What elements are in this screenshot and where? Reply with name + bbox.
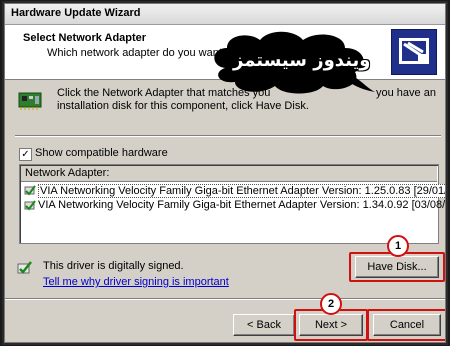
title-bar: Hardware Update Wizard	[5, 4, 445, 25]
driver-signing-link[interactable]: Tell me why driver signing is important	[43, 276, 229, 288]
driver-signed-text: This driver is digitally signed.	[43, 260, 184, 272]
button-divider	[5, 298, 445, 300]
step-marker-1: 1	[387, 235, 409, 257]
list-item-label: VIA Networking Velocity Family Giga-bit …	[38, 199, 446, 211]
show-compatible-label: Show compatible hardware	[35, 147, 168, 159]
cloud-overlay-text: ويندوز سيستمز	[233, 50, 371, 71]
divider	[15, 135, 441, 137]
signed-driver-icon	[24, 200, 36, 211]
list-item-label: VIA Networking Velocity Family Giga-bit …	[38, 184, 445, 198]
network-card-icon	[17, 90, 43, 112]
list-item[interactable]: VIA Networking Velocity Family Giga-bit …	[22, 199, 445, 213]
instructions-line-1: Click the Network Adapter that matches y…	[57, 87, 271, 99]
wizard-window: Hardware Update Wizard Select Network Ad…	[4, 3, 446, 343]
cancel-highlight	[367, 309, 445, 341]
back-button[interactable]: < Back	[233, 314, 295, 336]
list-item[interactable]: VIA Networking Velocity Family Giga-bit …	[22, 184, 445, 198]
show-compatible-checkbox[interactable]: ✓	[19, 148, 32, 161]
page-title: Select Network Adapter	[23, 32, 147, 44]
network-adapter-list[interactable]: Network Adapter: VIA Networking Velocity…	[19, 164, 445, 244]
hardware-wizard-icon	[391, 29, 437, 75]
instructions-line-2: installation disk for this component, cl…	[57, 100, 309, 112]
instructions-line-1-end: you have an	[376, 87, 436, 99]
list-header: Network Adapter:	[21, 166, 437, 182]
signed-driver-icon	[24, 185, 36, 196]
digital-signature-icon	[17, 260, 33, 276]
list-header-label: Network Adapter:	[25, 167, 110, 179]
step-marker-2: 2	[320, 293, 342, 315]
window-title: Hardware Update Wizard	[11, 7, 141, 19]
